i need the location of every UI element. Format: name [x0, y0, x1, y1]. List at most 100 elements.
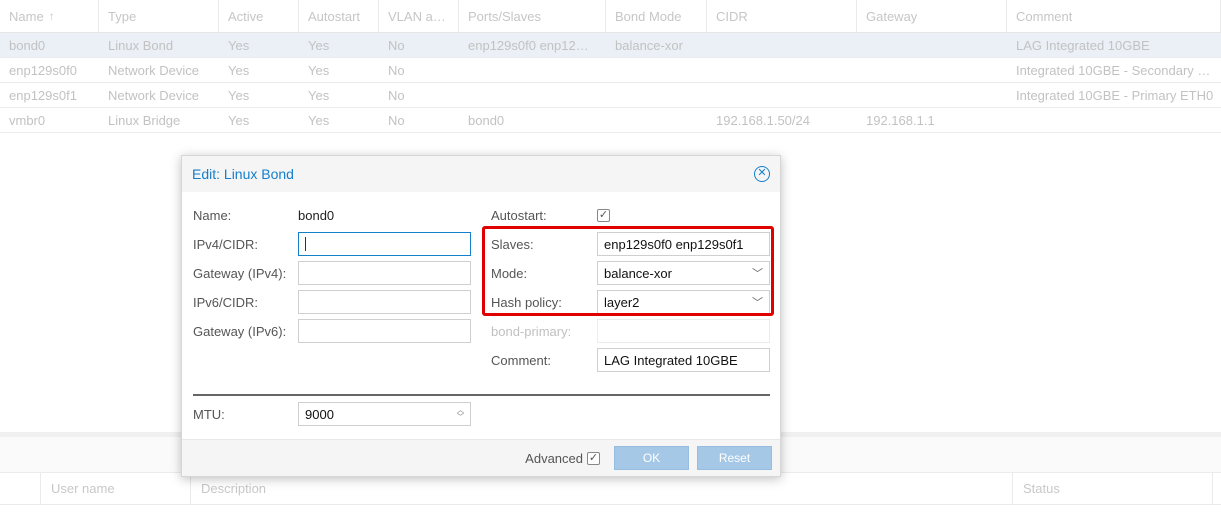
cell-ports-slaves: bond0 — [468, 112, 505, 128]
reset-button[interactable]: Reset — [697, 446, 772, 470]
mode-select[interactable]: balance-xor ﹀ — [597, 261, 770, 285]
dialog-footer: Advanced ✓ OK Reset — [182, 439, 780, 476]
table-row[interactable]: enp129s0f1 Network Device Yes Yes No Int… — [0, 83, 1221, 108]
column-header-type[interactable]: Type — [99, 0, 219, 32]
name-row: Name: bond0 — [193, 203, 334, 227]
cell-comment: Integrated 10GBE - Secondary … — [1016, 62, 1211, 78]
cell-autostart: Yes — [308, 112, 330, 128]
gateway-ipv4-input[interactable] — [298, 261, 471, 285]
column-header-name[interactable]: Name ↑ — [0, 0, 99, 32]
ipv6-cidr-input[interactable] — [298, 290, 471, 314]
column-header-vlan-aware[interactable]: VLAN a… — [379, 0, 459, 32]
advanced-checkbox[interactable]: ✓ — [587, 451, 600, 465]
column-header-description[interactable]: Description — [191, 473, 1013, 504]
mtu-stepper[interactable]: 9000 ︿ ﹀ — [298, 402, 471, 426]
cell-name: vmbr0 — [9, 112, 46, 128]
cell-active: Yes — [228, 62, 250, 78]
edit-linux-bond-dialog: Edit: Linux Bond ✕ Name: bond0 IPv4/CIDR… — [181, 155, 781, 477]
hash-policy-row: Hash policy: layer2 ﹀ — [491, 290, 770, 314]
cell-vlan-aware: No — [388, 87, 405, 103]
mtu-row: MTU: 9000 ︿ ﹀ — [193, 402, 471, 426]
column-header-autostart[interactable]: Autostart — [299, 0, 379, 32]
close-circle-icon[interactable]: ✕ — [754, 166, 770, 182]
column-header-active[interactable]: Active — [219, 0, 299, 32]
cell-cidr — [707, 33, 857, 57]
cell-comment: LAG Integrated 10GBE — [1016, 37, 1150, 53]
column-header-status[interactable]: Status — [1013, 473, 1213, 504]
text-cursor — [305, 237, 306, 251]
lower-grid-header: User name Description Status — [0, 473, 1221, 505]
mode-row: Mode: balance-xor ﹀ — [491, 261, 770, 285]
gateway-ipv6-input[interactable] — [298, 319, 471, 343]
cell-ports-slaves — [459, 58, 606, 82]
comment-row: Comment: LAG Integrated 10GBE — [491, 348, 770, 372]
ipv4-cidr-input[interactable] — [298, 232, 471, 256]
cell-autostart: Yes — [308, 62, 330, 78]
cell-vlan-aware: No — [388, 62, 405, 78]
comment-label: Comment: — [491, 352, 551, 368]
cell-comment — [1007, 108, 1221, 132]
cell-active: Yes — [228, 37, 250, 53]
gateway-ipv6-row: Gateway (IPv6): — [193, 319, 471, 343]
hash-policy-label: Hash policy: — [491, 294, 562, 310]
section-divider — [193, 394, 770, 396]
column-header-ports-slaves[interactable]: Ports/Slaves — [459, 0, 606, 32]
column-header-bond-mode[interactable]: Bond Mode — [606, 0, 707, 32]
cell-bond-mode: balance-xor — [615, 37, 683, 53]
name-value: bond0 — [298, 207, 335, 223]
cell-vlan-aware: No — [388, 37, 405, 53]
cell-cidr — [707, 83, 857, 107]
cell-name: enp129s0f1 — [9, 87, 77, 103]
cell-autostart: Yes — [308, 87, 330, 103]
cell-gateway — [857, 33, 1007, 57]
spinner-arrows-icon[interactable]: ︿ ﹀ — [457, 407, 464, 421]
chevron-down-icon[interactable]: ﹀ — [752, 294, 763, 310]
mtu-label: MTU: — [193, 406, 225, 422]
comment-input[interactable]: LAG Integrated 10GBE — [597, 348, 770, 372]
column-header-user-name[interactable]: User name — [41, 473, 191, 504]
grid-header: Name ↑ Type Active Autostart VLAN a… Port… — [0, 0, 1221, 33]
lower-grid-spacer — [0, 473, 41, 504]
dialog-title: Edit: Linux Bond — [192, 166, 294, 182]
gateway-ipv6-label: Gateway (IPv6): — [193, 323, 287, 339]
sort-up-arrow-icon: ↑ — [48, 9, 55, 23]
slaves-input[interactable]: enp129s0f0 enp129s0f1 — [597, 232, 770, 256]
cell-gateway — [857, 58, 1007, 82]
hash-policy-select[interactable]: layer2 ﹀ — [597, 290, 770, 314]
mode-label: Mode: — [491, 265, 528, 281]
ok-button[interactable]: OK — [614, 446, 689, 470]
cell-name: bond0 — [9, 37, 46, 53]
cell-active: Yes — [228, 87, 250, 103]
column-header-cidr[interactable]: CIDR — [707, 0, 857, 32]
column-header-gateway[interactable]: Gateway — [857, 0, 1007, 32]
cell-comment: Integrated 10GBE - Primary ETH0 — [1016, 87, 1214, 103]
cell-active: Yes — [228, 112, 250, 128]
ipv6-row: IPv6/CIDR: — [193, 290, 471, 314]
bond-primary-row: bond-primary: — [491, 319, 770, 343]
table-row[interactable]: bond0 Linux Bond Yes Yes No enp129s0f0 e… — [0, 33, 1221, 58]
name-label: Name: — [193, 207, 232, 223]
advanced-label: Advanced — [525, 450, 583, 466]
ipv6-label: IPv6/CIDR: — [193, 294, 259, 310]
autostart-checkbox[interactable]: ✓ — [597, 208, 610, 222]
column-header-comment[interactable]: Comment — [1007, 0, 1221, 32]
cell-cidr: 192.168.1.50/24 — [716, 112, 810, 128]
autostart-label: Autostart: — [491, 207, 547, 223]
cell-bond-mode — [606, 83, 707, 107]
cell-type: Network Device — [108, 62, 200, 78]
table-row[interactable]: enp129s0f0 Network Device Yes Yes No Int… — [0, 58, 1221, 83]
ipv4-label: IPv4/CIDR: — [193, 236, 259, 252]
dialog-title-bar[interactable]: Edit: Linux Bond ✕ — [182, 156, 780, 192]
cell-type: Linux Bond — [108, 37, 174, 53]
gateway-ipv4-row: Gateway (IPv4): — [193, 261, 471, 285]
bond-primary-label: bond-primary: — [491, 323, 572, 339]
cell-type: Linux Bridge — [108, 112, 181, 128]
cell-bond-mode — [606, 58, 707, 82]
table-row[interactable]: vmbr0 Linux Bridge Yes Yes No bond0 192.… — [0, 108, 1221, 133]
cell-cidr — [707, 58, 857, 82]
chevron-down-icon[interactable]: ﹀ — [752, 265, 763, 281]
autostart-row: Autostart: ✓ — [491, 203, 610, 227]
gateway-ipv4-label: Gateway (IPv4): — [193, 265, 287, 281]
slaves-label: Slaves: — [491, 236, 534, 252]
cell-gateway: 192.168.1.1 — [866, 112, 935, 128]
